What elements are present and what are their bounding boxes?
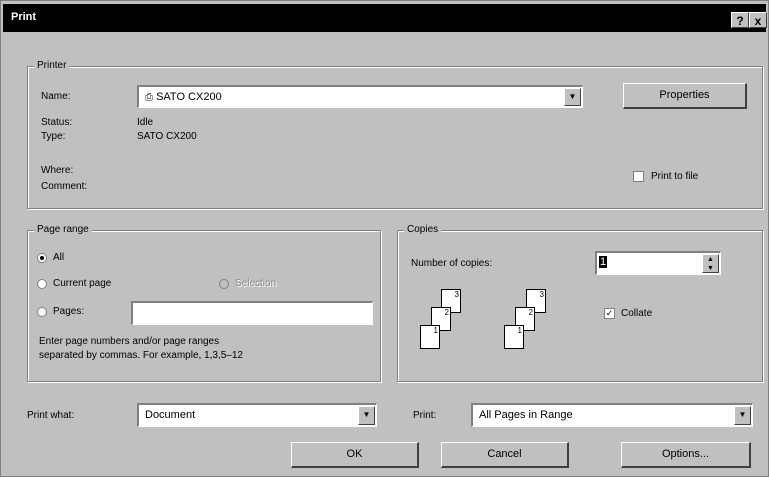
all-pages-label: All (53, 252, 65, 263)
all-pages-radio[interactable] (37, 253, 47, 263)
page-range-help-line-1: Enter page numbers and/or page ranges (39, 336, 220, 347)
options-button[interactable]: Options... (621, 442, 751, 468)
title-bar: Print ? x (3, 4, 767, 32)
ok-button[interactable]: OK (291, 442, 419, 468)
selection-label: Selection (235, 278, 277, 289)
pages-radio[interactable] (37, 307, 47, 317)
type-value: SATO CX200 (137, 131, 197, 142)
collate-checkbox[interactable]: ✓ (604, 308, 615, 319)
number-of-copies-label: Number of copies: (411, 258, 493, 269)
current-page-label: Current page (53, 278, 112, 289)
print-what-label: Print what: (27, 410, 75, 421)
comment-label: Comment: (41, 181, 88, 192)
close-button[interactable]: x (749, 12, 767, 28)
spinner-arrows-icon[interactable]: ▲ ▼ (702, 254, 719, 273)
help-button[interactable]: ? (731, 12, 749, 28)
copies-group-label: Copies (404, 224, 442, 235)
chevron-down-icon[interactable]: ▼ (358, 406, 375, 425)
print-option-value: All Pages in Range (479, 409, 573, 421)
pages-input[interactable] (131, 301, 373, 325)
print-what-select[interactable]: Document ▼ (137, 403, 377, 427)
cancel-button[interactable]: Cancel (441, 442, 569, 468)
chevron-down-icon[interactable]: ▼ (564, 88, 581, 106)
printer-icon: ⎙ (145, 92, 153, 103)
printer-name-select[interactable]: ⎙ SATO CX200 ▼ (137, 85, 583, 108)
pages-label: Pages: (53, 306, 85, 317)
printer-group-label: Printer (34, 60, 70, 71)
page-range-group-label: Page range (34, 224, 92, 235)
print-what-value: Document (145, 409, 196, 421)
print-to-file-checkbox[interactable] (633, 171, 644, 182)
print-dialog: Print ? x Printer Name: ⎙ SATO CX200 ▼ P… (0, 0, 769, 477)
chevron-down-icon[interactable]: ▼ (734, 406, 751, 425)
printer-name-value: SATO CX200 (156, 91, 222, 103)
current-page-radio[interactable] (37, 279, 47, 289)
page-range-help-line-2: separated by commas. For example, 1,3,5–… (39, 350, 243, 361)
status-label: Status: (41, 117, 73, 128)
selection-radio[interactable] (219, 279, 229, 289)
status-value: Idle (137, 117, 154, 128)
print-label: Print: (413, 410, 437, 421)
number-of-copies-value: 1 (599, 256, 608, 268)
collate-label: Collate (621, 308, 653, 319)
dialog-title: Print (11, 11, 37, 23)
type-label: Type: (41, 131, 66, 142)
print-to-file-label: Print to file (651, 171, 699, 182)
name-label: Name: (41, 91, 71, 102)
page-icon: 1 (420, 325, 440, 349)
page-icon: 1 (504, 325, 524, 349)
properties-button[interactable]: Properties (623, 83, 747, 109)
where-label: Where: (41, 165, 74, 176)
print-option-select[interactable]: All Pages in Range ▼ (471, 403, 753, 427)
number-of-copies-spinner[interactable]: 1 ▲ ▼ (595, 251, 721, 275)
